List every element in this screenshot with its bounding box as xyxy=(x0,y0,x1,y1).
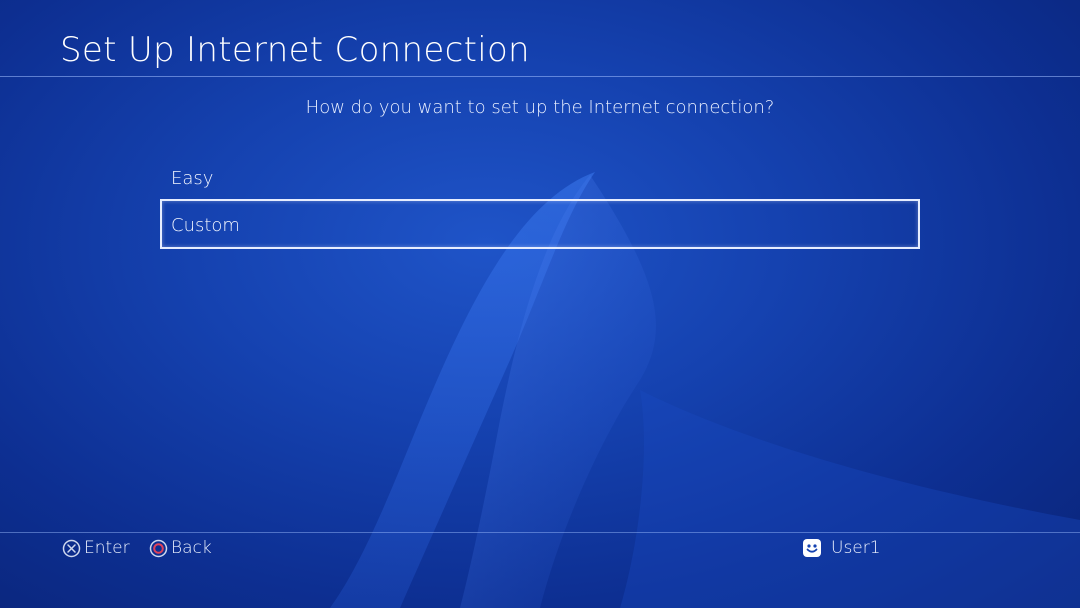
option-easy[interactable]: Easy xyxy=(160,152,920,202)
page-title: Set Up Internet Connection xyxy=(60,30,530,70)
setup-question: How do you want to set up the Internet c… xyxy=(305,97,775,118)
enter-hint[interactable]: Enter xyxy=(62,537,130,559)
footer-divider xyxy=(0,532,1080,533)
user-indicator: User1 xyxy=(802,537,881,559)
smiley-avatar-icon xyxy=(803,539,821,557)
circle-button-icon xyxy=(149,539,168,557)
user-name: User1 xyxy=(831,538,881,558)
background-waves xyxy=(330,172,1080,608)
option-custom[interactable]: Custom xyxy=(160,199,920,249)
back-label: Back xyxy=(171,538,212,558)
header-divider xyxy=(0,76,1080,77)
cross-button-icon xyxy=(62,539,81,557)
enter-label: Enter xyxy=(84,538,130,558)
back-hint[interactable]: Back xyxy=(149,537,212,559)
